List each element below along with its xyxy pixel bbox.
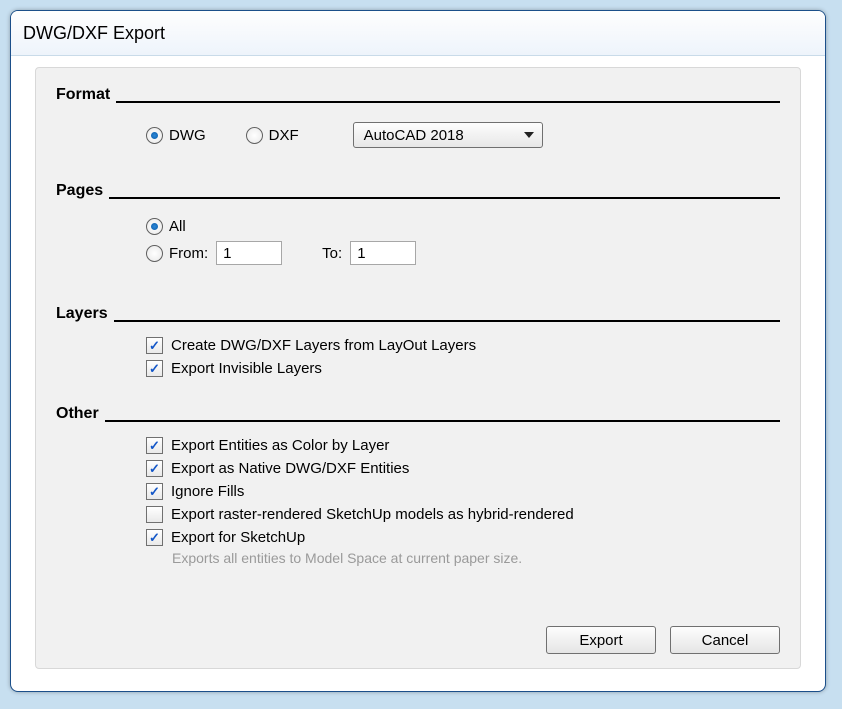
- section-label: Layers: [56, 305, 114, 323]
- section-heading-pages: Pages: [56, 182, 780, 200]
- select-autocad-version[interactable]: AutoCAD 2018: [353, 122, 543, 148]
- checkbox-label: Create DWG/DXF Layers from LayOut Layers: [171, 337, 476, 354]
- section-layers: Layers Create DWG/DXF Layers from LayOut…: [56, 305, 780, 377]
- checkbox-create-layers[interactable]: Create DWG/DXF Layers from LayOut Layers: [146, 337, 476, 354]
- section-format: Format DWG DXF AutoCAD 2018: [56, 86, 780, 148]
- checkbox-ignore-fills[interactable]: Ignore Fills: [146, 483, 244, 500]
- checkbox-export-for-sketchup[interactable]: Export for SketchUp: [146, 529, 305, 546]
- checkbox-color-by-layer[interactable]: Export Entities as Color by Layer: [146, 437, 389, 454]
- checkbox-box-icon: [146, 437, 163, 454]
- section-rule: [114, 320, 780, 322]
- checkbox-box-icon: [146, 337, 163, 354]
- checkbox-hybrid-render[interactable]: Export raster-rendered SketchUp models a…: [146, 506, 574, 523]
- checkbox-label: Export Entities as Color by Layer: [171, 437, 389, 454]
- checkbox-box-icon: [146, 506, 163, 523]
- section-heading-other: Other: [56, 405, 780, 423]
- section-rule: [105, 420, 780, 422]
- section-label: Pages: [56, 182, 109, 200]
- checkbox-label: Ignore Fills: [171, 483, 244, 500]
- label-page-to: To:: [322, 245, 342, 262]
- radio-pages-range[interactable]: From:: [146, 245, 208, 262]
- section-other: Other Export Entities as Color by Layer …: [56, 405, 780, 566]
- checkbox-box-icon: [146, 460, 163, 477]
- cancel-button[interactable]: Cancel: [670, 626, 780, 654]
- input-page-from[interactable]: [216, 241, 282, 265]
- button-label: Cancel: [702, 632, 749, 649]
- export-button[interactable]: Export: [546, 626, 656, 654]
- radio-format-dwg[interactable]: DWG: [146, 127, 206, 144]
- section-heading-layers: Layers: [56, 305, 780, 323]
- checkbox-export-invisible[interactable]: Export Invisible Layers: [146, 360, 322, 377]
- section-rule: [109, 197, 780, 199]
- input-page-to[interactable]: [350, 241, 416, 265]
- checkbox-label: Export raster-rendered SketchUp models a…: [171, 506, 574, 523]
- checkbox-label: Export as Native DWG/DXF Entities: [171, 460, 409, 477]
- radio-dot-icon: [146, 127, 163, 144]
- section-label: Other: [56, 405, 105, 423]
- checkbox-label: Export Invisible Layers: [171, 360, 322, 377]
- checkbox-box-icon: [146, 360, 163, 377]
- radio-label: All: [169, 218, 186, 235]
- checkbox-box-icon: [146, 529, 163, 546]
- titlebar: DWG/DXF Export: [11, 11, 825, 56]
- radio-dot-icon: [146, 218, 163, 235]
- radio-label: From:: [169, 245, 208, 262]
- hint-export-for-sketchup: Exports all entities to Model Space at c…: [172, 550, 780, 566]
- checkbox-label: Export for SketchUp: [171, 529, 305, 546]
- radio-format-dxf[interactable]: DXF: [246, 127, 299, 144]
- dialog-footer: Export Cancel: [546, 626, 780, 654]
- section-rule: [116, 101, 780, 103]
- button-label: Export: [579, 632, 622, 649]
- radio-pages-all[interactable]: All: [146, 218, 186, 235]
- radio-dot-icon: [246, 127, 263, 144]
- radio-label: DXF: [269, 127, 299, 144]
- section-pages: Pages All From: To:: [56, 182, 780, 265]
- section-label: Format: [56, 86, 116, 104]
- checkbox-box-icon: [146, 483, 163, 500]
- radio-dot-icon: [146, 245, 163, 262]
- radio-label: DWG: [169, 127, 206, 144]
- select-value: AutoCAD 2018: [364, 127, 464, 144]
- content-panel: Format DWG DXF AutoCAD 2018: [35, 67, 801, 669]
- window-title: DWG/DXF Export: [23, 23, 165, 43]
- checkbox-native-entities[interactable]: Export as Native DWG/DXF Entities: [146, 460, 409, 477]
- section-heading-format: Format: [56, 86, 780, 104]
- dialog-window: DWG/DXF Export Format DWG DXF AutoCAD 20…: [10, 10, 826, 692]
- chevron-down-icon: [524, 132, 534, 138]
